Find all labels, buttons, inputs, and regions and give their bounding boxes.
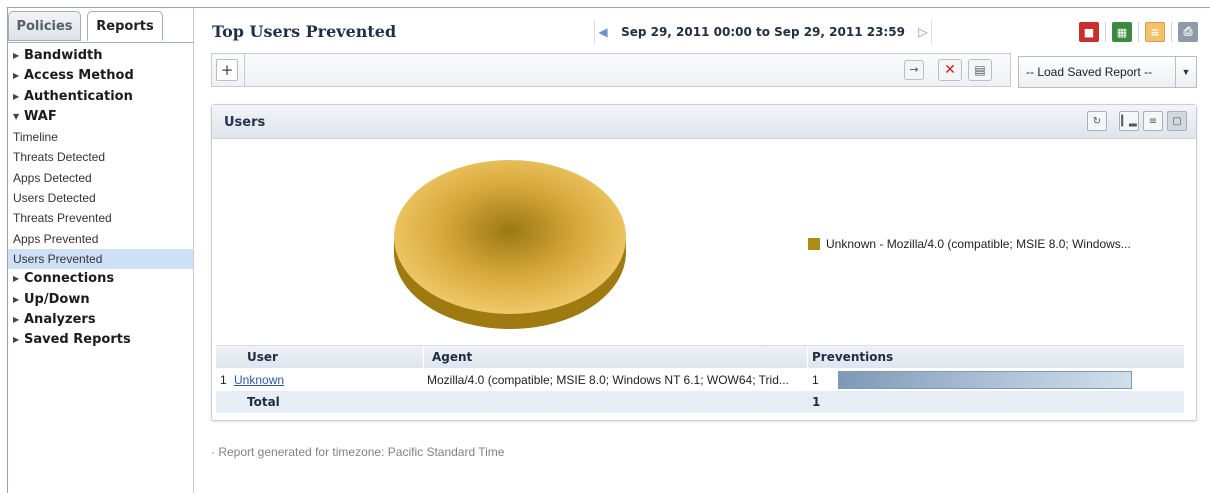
agent-cell: Mozilla/4.0 (compatible; MSIE 8.0; Windo… [427,373,789,387]
divider [1105,22,1106,42]
clear-filter-icon[interactable]: ✕ [938,59,962,81]
expand-arrow-icon: ▶ [13,294,20,304]
expand-arrow-icon: ▶ [13,314,20,324]
sidebar-item-label: Up/Down [24,291,90,307]
pdf-icon[interactable]: ■ [1079,22,1099,42]
panel-view-buttons: ↻ ▎▂ ≡ ▢ [1087,111,1187,131]
table-row: 1 Unknown Mozilla/4.0 (compatible; MSIE … [216,369,1184,391]
refresh-icon[interactable]: ↻ [1087,111,1107,131]
timezone-footnote: · Report generated for timezone: Pacific… [211,445,505,459]
sidebar-item-authentication[interactable]: ▶ Authentication [13,87,193,107]
sidebar-item-apps-detected[interactable]: Apps Detected [13,168,193,188]
preventions-bar [838,371,1132,389]
sidebar-item-label: WAF [24,108,57,124]
tab-policies[interactable]: Policies [8,11,81,41]
sidebar-item-users-detected[interactable]: Users Detected [13,188,193,208]
sidebar-item-connections[interactable]: ▶ Connections [13,269,193,289]
load-saved-report-select[interactable]: -- Load Saved Report -- ▼ [1018,56,1197,88]
add-filter-button[interactable]: + [216,59,238,81]
divider [1171,22,1172,42]
chart-legend: Unknown - Mozilla/4.0 (compatible; MSIE … [808,237,1131,251]
sidebar-item-users-prevented[interactable]: Users Prevented [8,248,193,270]
sidebar-item-saved-reports[interactable]: ▶ Saved Reports [13,330,193,350]
table-header: User Agent Preventions [216,345,1184,368]
sidebar-item-label: Authentication [24,88,133,104]
sidebar-item-analyzers[interactable]: ▶ Analyzers [13,310,193,330]
total-label: Total [247,395,280,409]
row-rank: 1 [220,373,227,387]
panel-header: Users ↻ ▎▂ ≡ ▢ [212,105,1196,139]
sidebar-item-label: Connections [24,271,115,287]
expand-arrow-icon: ▶ [13,335,20,345]
sidebar-item-waf[interactable]: ▼ WAF [13,107,193,127]
collapse-arrow-icon: ▼ [13,111,20,121]
sidebar-item-label: Saved Reports [24,332,131,348]
print-icon[interactable]: ⎙ [1178,22,1198,42]
load-saved-report-value: -- Load Saved Report -- [1026,65,1153,79]
column-header-agent[interactable]: Agent [432,350,472,364]
list-view-icon[interactable]: ≡ [1143,111,1163,131]
divider [931,20,932,44]
pie-chart [394,160,626,329]
page-title: Top Users Prevented [212,22,397,41]
notes-icon[interactable]: ≡ [1145,22,1165,42]
column-separator [807,346,808,368]
total-value: 1 [812,395,821,409]
sidebar-item-up-down[interactable]: ▶ Up/Down [13,290,193,310]
pie-chart-view-icon[interactable]: ▢ [1167,111,1187,131]
column-header-user[interactable]: User [247,350,278,364]
sidebar-item-label: Access Method [24,68,134,84]
sidebar-item-apps-prevented[interactable]: Apps Prevented [13,229,193,249]
filter-bar: + → ✕ ▤ [211,53,1011,87]
sidebar-item-bandwidth[interactable]: ▶ Bandwidth [13,46,193,66]
preventions-cell: 1 [812,373,819,387]
divider [244,54,245,86]
chevron-down-icon[interactable]: ▼ [1175,57,1196,87]
sidebar-item-threats-prevented[interactable]: Threats Prevented [13,208,193,228]
next-date-icon[interactable]: ▷ [914,25,932,39]
sidebar-item-access-method[interactable]: ▶ Access Method [13,66,193,86]
tabs-divider [8,42,194,43]
save-report-icon[interactable]: ▤ [968,59,992,81]
legend-label: Unknown - Mozilla/4.0 (compatible; MSIE … [826,237,1131,251]
legend-swatch [808,238,820,250]
expand-arrow-icon: ▶ [13,71,20,81]
bar-chart-view-icon[interactable]: ▎▂ [1119,111,1139,131]
user-link[interactable]: Unknown [234,373,284,387]
divider [1138,22,1139,42]
users-panel: Users ↻ ▎▂ ≡ ▢ Unknown - Mozilla/4.0 (co… [211,104,1197,421]
tab-reports[interactable]: Reports [87,11,163,41]
sidebar-item-label: Bandwidth [24,48,103,63]
panel-title: Users [224,115,266,130]
column-separator [423,346,424,368]
column-header-preventions[interactable]: Preventions [812,350,893,364]
date-range-selector: ◀ Sep 29, 2011 00:00 to Sep 29, 2011 23:… [594,21,932,43]
sidebar-item-threats-detected[interactable]: Threats Detected [13,147,193,167]
expand-arrow-icon: ▶ [13,51,20,60]
sidebar-item-timeline[interactable]: Timeline [13,127,193,147]
table-total-row: Total 1 [216,391,1184,413]
previous-date-icon[interactable]: ◀ [594,25,612,39]
pie-slice-unknown[interactable] [394,160,626,314]
expand-arrow-icon: ▶ [13,91,20,101]
export-toolbar: ■ ▦ ≡ ⎙ [1079,22,1198,42]
expand-arrow-icon: ▶ [13,274,20,284]
date-range-label[interactable]: Sep 29, 2011 00:00 to Sep 29, 2011 23:59 [612,25,914,39]
apply-filter-icon[interactable]: → [904,60,924,80]
report-nav: ▶ Bandwidth ▶ Access Method ▶ Authenticatio… [8,46,193,350]
excel-icon[interactable]: ▦ [1112,22,1132,42]
sidebar-item-label: Analyzers [24,311,96,327]
